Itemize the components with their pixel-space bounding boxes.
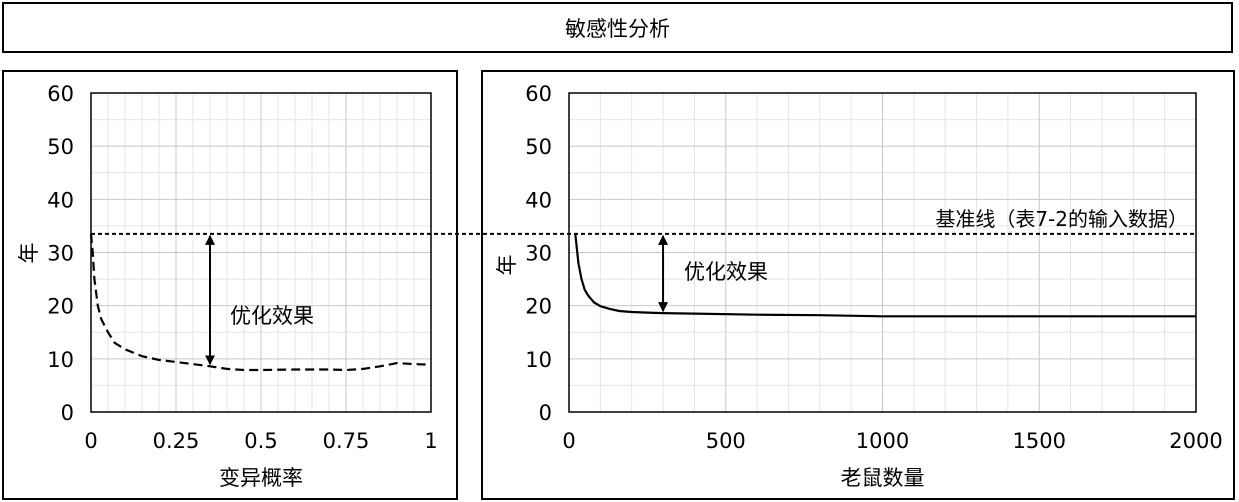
right-x-tick-label: 500 <box>706 429 746 453</box>
right-x-tick-label: 2000 <box>1169 429 1222 453</box>
left-x-tick-label: 0.75 <box>323 429 370 453</box>
right-y-axis-title: 年 <box>495 255 519 276</box>
right-x-tick-label: 1000 <box>856 429 909 453</box>
left-effect-label: 优化效果 <box>230 304 314 328</box>
right-y-tick-label: 30 <box>525 242 552 266</box>
left-y-tick-label: 40 <box>47 188 74 212</box>
left-y-tick-label: 60 <box>47 82 74 106</box>
left-y-axis-title: 年 <box>17 243 41 264</box>
left-y-tick-label: 20 <box>47 295 74 319</box>
right-y-tick-label: 40 <box>525 188 552 212</box>
right-effect-label: 优化效果 <box>684 260 768 284</box>
left-x-tick-label: 0.5 <box>244 429 277 453</box>
baseline-label: 基准线（表7-2的输入数据） <box>935 207 1188 231</box>
right-x-tick-label: 1500 <box>1013 429 1066 453</box>
right-y-tick-label: 0 <box>539 401 552 425</box>
left-x-tick-label: 0 <box>84 429 97 453</box>
left-y-tick-label: 0 <box>61 401 74 425</box>
left-y-tick-label: 50 <box>47 135 74 159</box>
left-y-tick-label: 10 <box>47 348 74 372</box>
right-y-tick-label: 50 <box>525 135 552 159</box>
left-y-tick-label: 30 <box>47 242 74 266</box>
right-x-axis-title: 老鼠数量 <box>841 466 925 490</box>
right-y-tick-label: 20 <box>525 295 552 319</box>
right-x-tick-label: 0 <box>562 429 575 453</box>
left-x-axis-title: 变异概率 <box>219 466 303 490</box>
left-x-tick-label: 0.25 <box>153 429 200 453</box>
chart-canvas: 0 10 20 30 40 50 60 0 0.25 0.5 0.75 1 变异概率 年 0 10 20 30 40… <box>17 82 1223 490</box>
left-x-tick-label: 1 <box>424 429 437 453</box>
right-y-tick-label: 60 <box>525 82 552 106</box>
right-series-line <box>574 233 1196 318</box>
right-y-tick-label: 10 <box>525 348 552 372</box>
